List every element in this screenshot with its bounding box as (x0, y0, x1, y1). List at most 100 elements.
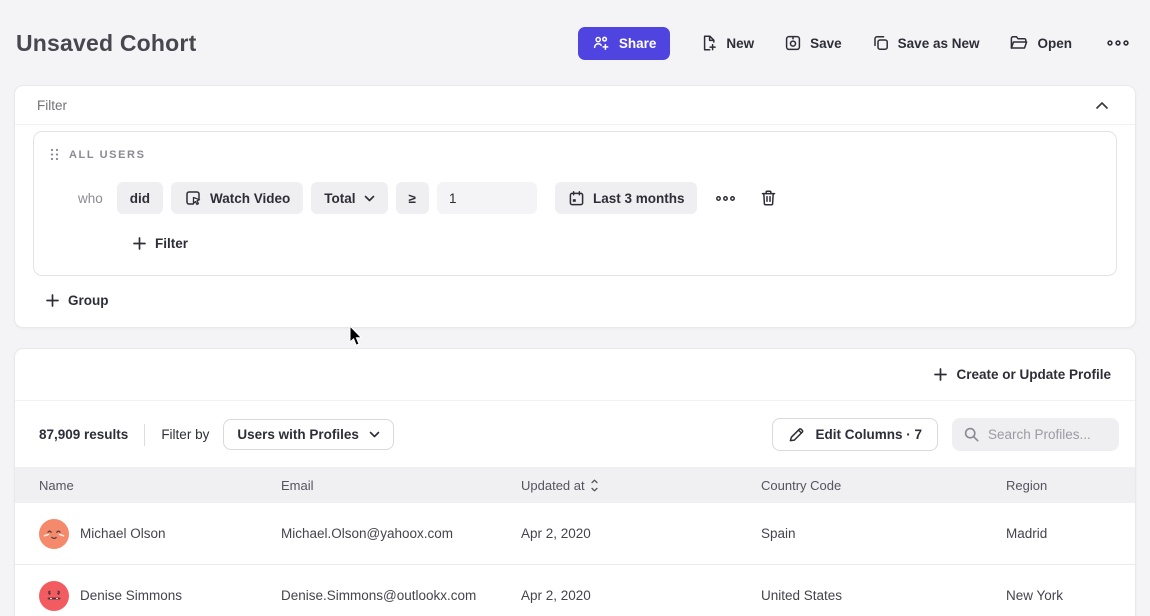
avatar (39, 519, 69, 549)
pencil-icon (788, 426, 805, 443)
page-title: Unsaved Cohort (16, 30, 196, 57)
did-label: did (130, 191, 150, 206)
avatar (39, 581, 69, 611)
share-label: Share (619, 36, 657, 51)
vertical-divider (144, 424, 145, 446)
did-selector[interactable]: did (117, 182, 163, 214)
chevron-down-icon (369, 431, 380, 438)
toolbar: Share New Save (578, 27, 1134, 60)
new-document-icon (700, 34, 718, 52)
group-header: ALL USERS (50, 148, 1100, 161)
save-label: Save (810, 36, 842, 51)
add-filter-label: Filter (155, 236, 188, 251)
create-or-update-profile-label: Create or Update Profile (956, 367, 1111, 382)
column-header-name[interactable]: Name (39, 478, 281, 493)
profile-email: Denise.Simmons@outlookx.com (281, 588, 521, 603)
share-people-icon (592, 35, 611, 52)
filter-panel-body: ALL USERS who did Watch Video (15, 125, 1135, 327)
add-filter-button[interactable]: Filter (133, 236, 188, 251)
search-profiles-box[interactable] (952, 418, 1119, 451)
share-button[interactable]: Share (578, 27, 671, 60)
edit-columns-label: Edit Columns · 7 (815, 427, 922, 442)
folder-open-icon (1009, 34, 1029, 52)
table-header: Name Email Updated at Country Code Regio… (15, 467, 1135, 503)
new-button[interactable]: New (700, 34, 754, 52)
create-or-update-profile-button[interactable]: Create or Update Profile (934, 367, 1111, 382)
event-name: Watch Video (210, 191, 290, 206)
calendar-icon (568, 190, 585, 207)
save-as-new-button[interactable]: Save as New (872, 34, 980, 52)
sort-icon[interactable] (590, 479, 599, 492)
profile-country-code: Spain (761, 526, 1006, 541)
search-profiles-input[interactable] (988, 427, 1108, 442)
clause-more-button[interactable] (711, 190, 740, 207)
filter-clause-row: who did Watch Video Total (50, 182, 1100, 214)
add-group-button[interactable]: Group (46, 293, 109, 308)
add-group-label: Group (68, 293, 109, 308)
save-as-new-label: Save as New (898, 36, 980, 51)
threshold-value-input[interactable] (437, 182, 537, 214)
cohort-group-card: ALL USERS who did Watch Video (33, 131, 1117, 276)
filter-panel-title: Filter (37, 98, 67, 113)
delete-clause-button[interactable] (756, 185, 781, 211)
chevron-up-icon (1095, 101, 1109, 110)
profile-region: Madrid (1006, 526, 1135, 541)
results-right: Edit Columns · 7 (772, 418, 1119, 451)
profile-region: New York (1006, 588, 1135, 603)
event-icon (184, 189, 202, 207)
who-label: who (78, 191, 103, 206)
profile-updated-at: Apr 2, 2020 (521, 588, 761, 603)
date-range-selector[interactable]: Last 3 months (555, 182, 698, 214)
chevron-down-icon (364, 195, 375, 202)
profile-email: Michael.Olson@yahoox.com (281, 526, 521, 541)
profile-country-code: United States (761, 588, 1006, 603)
ellipsis-icon (715, 194, 736, 203)
collapse-filter-button[interactable] (1091, 97, 1113, 114)
mouse-cursor (349, 326, 364, 347)
column-header-email[interactable]: Email (281, 478, 521, 493)
table-row[interactable]: Michael Olson Michael.Olson@yahoox.com A… (15, 503, 1135, 565)
profiles-filter-dropdown[interactable]: Users with Profiles (223, 419, 394, 450)
results-count: 87,909 results (39, 427, 128, 442)
column-header-updated-at[interactable]: Updated at (521, 478, 761, 493)
event-selector[interactable]: Watch Video (171, 182, 303, 214)
group-label: ALL USERS (69, 149, 146, 161)
save-button[interactable]: Save (784, 34, 842, 52)
operator-selector[interactable]: ≥ (396, 182, 429, 214)
search-icon (963, 426, 980, 443)
plus-icon (46, 294, 59, 307)
profiles-filter-value: Users with Profiles (237, 427, 359, 442)
edit-columns-button[interactable]: Edit Columns · 7 (772, 418, 938, 451)
profile-updated-at: Apr 2, 2020 (521, 526, 761, 541)
profile-name-cell: Michael Olson (39, 519, 281, 549)
profile-name-cell: Denise Simmons (39, 581, 281, 611)
trash-icon (760, 189, 777, 207)
filter-by-label: Filter by (161, 427, 209, 442)
create-profile-row: Create or Update Profile (15, 349, 1135, 401)
table-row[interactable]: Denise Simmons Denise.Simmons@outlookx.c… (15, 565, 1135, 616)
header: Unsaved Cohort Share (0, 0, 1150, 70)
new-label: New (726, 36, 754, 51)
filter-panel-header: Filter (15, 86, 1135, 125)
open-button[interactable]: Open (1009, 34, 1072, 52)
save-icon (784, 34, 802, 52)
gte-operator: ≥ (409, 191, 416, 206)
results-toolbar: 87,909 results Filter by Users with Prof… (15, 401, 1135, 467)
aggregation-dropdown[interactable]: Total (311, 182, 387, 214)
drag-handle-icon[interactable] (50, 148, 59, 161)
open-label: Open (1037, 36, 1072, 51)
plus-icon (934, 368, 947, 381)
copy-icon (872, 34, 890, 52)
results-left: 87,909 results Filter by Users with Prof… (39, 419, 394, 450)
date-range-value: Last 3 months (593, 191, 685, 206)
profile-name[interactable]: Denise Simmons (80, 588, 182, 603)
filter-panel: Filter ALL USERS who (14, 85, 1136, 328)
aggregation-value: Total (324, 191, 355, 206)
ellipsis-icon (1106, 38, 1130, 48)
profiles-panel: Create or Update Profile 87,909 results … (14, 348, 1136, 616)
plus-icon (133, 237, 146, 250)
column-header-region[interactable]: Region (1006, 478, 1135, 493)
profile-name[interactable]: Michael Olson (80, 526, 166, 541)
more-options-button[interactable] (1102, 34, 1134, 52)
column-header-country-code[interactable]: Country Code (761, 478, 1006, 493)
